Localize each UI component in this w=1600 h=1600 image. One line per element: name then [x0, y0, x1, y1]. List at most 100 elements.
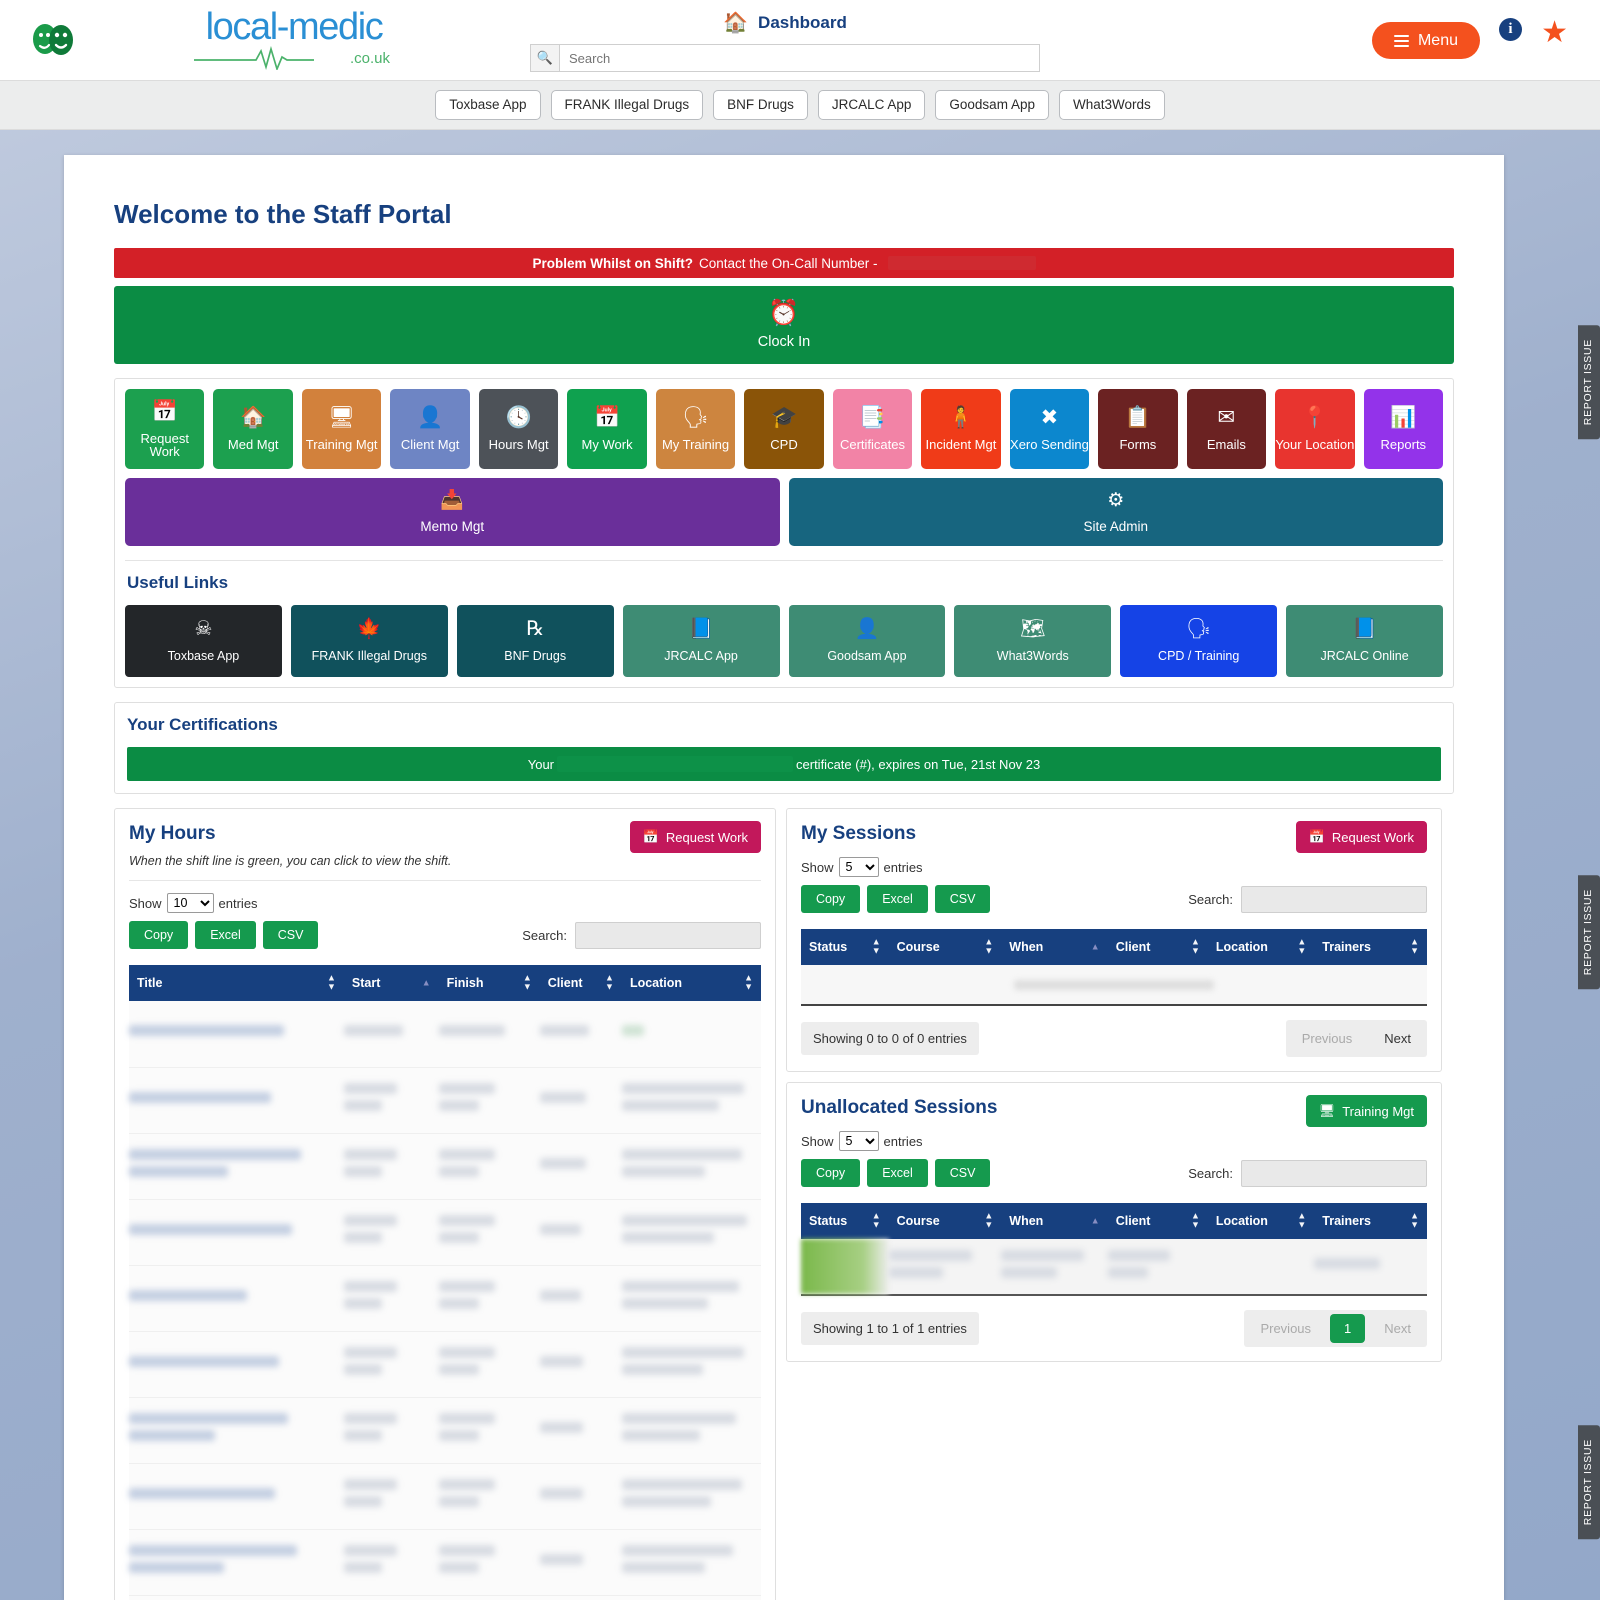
column-course[interactable]: Course ▲ ▼ [888, 1203, 1002, 1239]
link-jrcalc-online[interactable]: 📘 JRCALC Online [1286, 605, 1443, 677]
brand-logo[interactable]: local-medic .co.uk [194, 8, 394, 72]
tile-incident-mgt[interactable]: 🧍 Incident Mgt [921, 389, 1001, 469]
table-row[interactable] [129, 1001, 761, 1068]
link-bnf-drugs[interactable]: ℞ BNF Drugs [456, 605, 614, 677]
pagination-next[interactable]: Next [1368, 1020, 1427, 1057]
table-row[interactable] [129, 1529, 761, 1596]
my-sessions-search-input[interactable] [1241, 885, 1427, 913]
link-label: JRCALC Online [1320, 649, 1409, 663]
pagination-previous[interactable]: Previous [1286, 1020, 1369, 1057]
search-icon[interactable]: 🔍 [530, 44, 560, 72]
tile-memo-mgt[interactable]: 📥 Memo Mgt [125, 478, 780, 546]
quicklink-what3words[interactable]: What3Words [1058, 90, 1165, 120]
tile-request-work[interactable]: 📅 Request Work [125, 389, 205, 469]
link-toxbase-app[interactable]: ☠ Toxbase App [125, 605, 282, 677]
unallocated-excel-button[interactable]: Excel [867, 1159, 928, 1187]
menu-button[interactable]: Menu [1371, 22, 1480, 59]
column-start[interactable]: Start ▲ [343, 965, 439, 1001]
tile-forms[interactable]: 📋 Forms [1098, 389, 1178, 469]
tile-certificates[interactable]: 📑 Certificates [832, 389, 913, 469]
column-location[interactable]: Location ▲ ▼ [1207, 1203, 1315, 1239]
tile-my-training[interactable]: 🗣 My Training [655, 389, 736, 469]
link-jrcalc-app[interactable]: 📘 JRCALC App [622, 605, 780, 677]
info-icon[interactable]: i [1499, 18, 1522, 41]
my-sessions-excel-button[interactable]: Excel [867, 885, 928, 913]
column-title[interactable]: Title ▲ ▼ [129, 965, 344, 1001]
my-sessions-page-size-select[interactable]: 5 10 25 50 [838, 857, 879, 877]
my-hours-page-size-select[interactable]: 10 25 50 100 [166, 893, 214, 913]
pagination-next[interactable]: Next [1368, 1310, 1427, 1347]
column-course[interactable]: Course ▲ ▼ [888, 929, 1002, 965]
table-row[interactable] [129, 1595, 761, 1600]
unallocated-copy-button[interactable]: Copy [801, 1159, 861, 1187]
column-client[interactable]: Client ▲ ▼ [539, 965, 622, 1001]
column-status[interactable]: Status ▲ ▼ [801, 1203, 889, 1239]
unallocated-page-size-select[interactable]: 5 10 25 50 [838, 1131, 879, 1151]
tile-med-mgt[interactable]: 🏠 Med Mgt [213, 389, 293, 469]
column-status[interactable]: Status ▲ ▼ [801, 929, 889, 965]
quicklink-goodsam-app[interactable]: Goodsam App [935, 90, 1049, 120]
link-what3words[interactable]: 🗺 What3Words [954, 605, 1112, 677]
dashboard-label[interactable]: Dashboard [758, 13, 847, 33]
tile-xero-sending[interactable]: ✖ Xero Sending [1009, 389, 1090, 469]
report-issue-tab-1[interactable]: REPORT ISSUE [1578, 325, 1600, 440]
table-row[interactable] [129, 1331, 761, 1398]
unallocated-search-input[interactable] [1241, 1159, 1427, 1187]
search-input[interactable] [560, 44, 1040, 72]
my-hours-search-input[interactable] [575, 921, 761, 949]
my-sessions-request-work-button[interactable]: 📅 Request Work [1295, 821, 1427, 853]
table-row[interactable] [129, 1199, 761, 1266]
pagination-page-1[interactable]: 1 [1330, 1314, 1366, 1343]
column-when[interactable]: When ▲ [1001, 929, 1108, 965]
link-cpd-training[interactable]: 🗣 CPD / Training [1120, 605, 1278, 677]
column-client[interactable]: Client ▲ ▼ [1107, 1203, 1208, 1239]
tile-client-mgt[interactable]: 👤 Client Mgt [390, 389, 470, 469]
my-hours-excel-button[interactable]: Excel [195, 921, 256, 949]
tile-training-mgt[interactable]: 🖥 Training Mgt [301, 389, 382, 469]
column-client[interactable]: Client ▲ ▼ [1107, 929, 1208, 965]
book-medical-icon: 📘 [688, 618, 714, 640]
pagination-previous[interactable]: Previous [1244, 1310, 1327, 1347]
table-row[interactable] [129, 1397, 761, 1464]
my-sessions-csv-button[interactable]: CSV [934, 885, 991, 913]
column-finish[interactable]: Finish ▲ ▼ [438, 965, 540, 1001]
home-icon[interactable]: 🏠 [723, 13, 748, 33]
quicklink-bnf-drugs[interactable]: BNF Drugs [713, 90, 808, 120]
tile-reports[interactable]: 📊 Reports [1363, 389, 1444, 469]
link-goodsam-app[interactable]: 👤 Goodsam App [788, 605, 946, 677]
column-location[interactable]: Location ▲ ▼ [1207, 929, 1315, 965]
unallocated-csv-button[interactable]: CSV [934, 1159, 991, 1187]
star-icon[interactable]: ★ [1541, 15, 1568, 50]
quicklink-toxbase-app[interactable]: Toxbase App [435, 90, 541, 120]
quicklink-jrcalc-app[interactable]: JRCALC App [817, 90, 926, 120]
cannabis-leaf-icon: 🍁 [356, 618, 382, 640]
quicklink-frank-illegal-drugs[interactable]: FRANK Illegal Drugs [550, 90, 704, 120]
tile-emails[interactable]: ✉ Emails [1186, 389, 1267, 469]
tile-site-admin[interactable]: ⚙ Site Admin [788, 478, 1443, 546]
tile-label: My Training [661, 437, 730, 452]
column-trainers[interactable]: Trainers ▲ ▼ [1314, 929, 1427, 965]
column-trainers[interactable]: Trainers ▲ ▼ [1314, 1203, 1427, 1239]
table-row[interactable] [129, 1067, 761, 1134]
column-when[interactable]: When ▲ [1001, 1203, 1108, 1239]
tile-your-location[interactable]: 📍 Your Location [1275, 389, 1355, 469]
table-row[interactable] [801, 1239, 1427, 1296]
tile-cpd[interactable]: 🎓 CPD [744, 389, 824, 469]
redacted-certificate-name [557, 756, 794, 772]
link-frank-illegal-drugs[interactable]: 🍁 FRANK Illegal Drugs [290, 605, 448, 677]
table-row[interactable] [129, 1463, 761, 1530]
table-row[interactable] [129, 1133, 761, 1200]
column-location[interactable]: Location ▲ ▼ [621, 965, 761, 1001]
clock-in-button[interactable]: ⏰ Clock In [114, 286, 1454, 364]
unallocated-training-mgt-button[interactable]: 🖥 Training Mgt [1305, 1095, 1427, 1127]
certification-status-bar[interactable]: Your certificate (#), expires on Tue, 21… [127, 747, 1441, 781]
my-hours-copy-button[interactable]: Copy [129, 921, 189, 949]
table-row[interactable] [129, 1265, 761, 1332]
report-issue-tab-2[interactable]: REPORT ISSUE [1578, 875, 1600, 990]
my-hours-request-work-button[interactable]: 📅 Request Work [629, 821, 761, 853]
my-hours-csv-button[interactable]: CSV [262, 921, 319, 949]
tile-hours-mgt[interactable]: 🕓 Hours Mgt [478, 389, 559, 469]
report-issue-tab-3[interactable]: REPORT ISSUE [1578, 1425, 1600, 1540]
tile-my-work[interactable]: 📅 My Work [567, 389, 647, 469]
my-sessions-copy-button[interactable]: Copy [801, 885, 861, 913]
